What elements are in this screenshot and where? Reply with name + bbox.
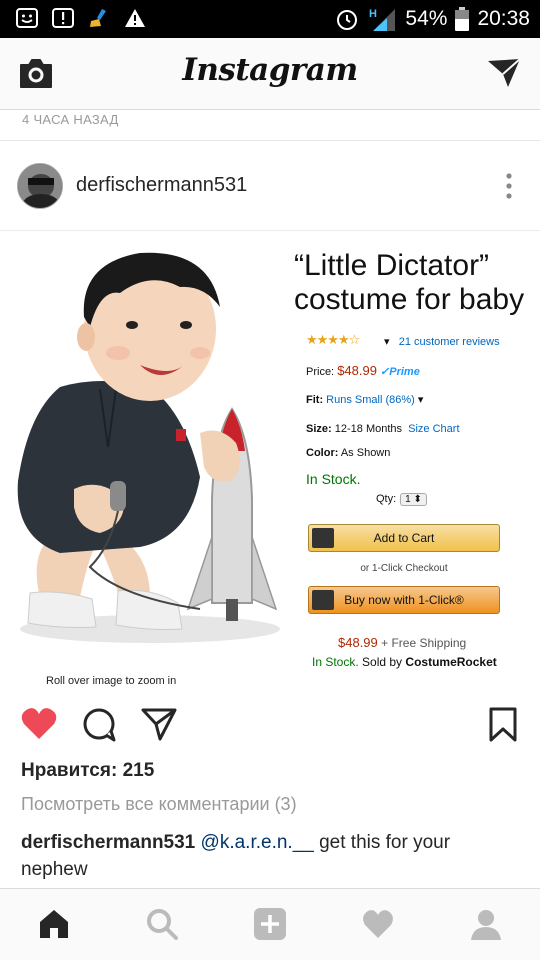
- alert-box-icon: [52, 8, 74, 28]
- baby-rocket-illustration: [17, 252, 280, 643]
- caption-username[interactable]: derfischermann531: [21, 832, 195, 853]
- buy-now-label: Buy now with 1-Click®: [344, 593, 464, 607]
- signal-icon: H: [369, 8, 396, 31]
- activity-heart-icon[interactable]: [361, 907, 395, 941]
- add-post-icon[interactable]: [253, 907, 287, 941]
- alarm-icon: [337, 10, 358, 30]
- price-label: Price:: [306, 366, 335, 378]
- battery-icon: [455, 7, 470, 31]
- like-count[interactable]: Нравится: 215: [21, 760, 154, 782]
- bookmark-icon[interactable]: [484, 706, 522, 742]
- color-value: As Shown: [340, 447, 391, 459]
- avatar[interactable]: [17, 163, 63, 209]
- caption-mention[interactable]: @k.a.r.e.n.__: [201, 832, 314, 853]
- bottom-nav: [0, 888, 540, 960]
- direct-message-icon[interactable]: [486, 56, 522, 90]
- qty-value: 1: [405, 494, 411, 505]
- zoom-hint: Roll over image to zoom in: [46, 675, 177, 687]
- fit-label: Fit:: [306, 394, 324, 406]
- color-label: Color:: [306, 447, 339, 459]
- buy-now-button: Buy now with 1-Click®: [308, 586, 500, 614]
- share-icon[interactable]: [140, 706, 178, 742]
- star-rating: ★★★★☆: [306, 333, 360, 348]
- post-actions: [0, 700, 540, 750]
- profile-icon[interactable]: [469, 907, 503, 941]
- sold-by-label: Sold by: [362, 655, 403, 669]
- price-value: $48.99: [337, 363, 377, 378]
- prime-label: Prime: [389, 366, 420, 378]
- seller-name: CostumeRocket: [405, 655, 497, 669]
- post-caption: derfischermann531 @k.a.r.e.n.__ get this…: [21, 829, 521, 883]
- comment-icon[interactable]: [80, 706, 118, 742]
- post-header: derfischermann531: [0, 141, 540, 229]
- size-label: Size:: [306, 423, 332, 435]
- network-type: H: [369, 8, 377, 20]
- more-options-icon[interactable]: [506, 173, 512, 199]
- post-username[interactable]: derfischermann531: [76, 174, 247, 197]
- avatar-image: [18, 164, 62, 208]
- size-chart-link: Size Chart: [408, 423, 460, 435]
- qty-select: 1 ⬍: [400, 493, 427, 506]
- clock: 20:38: [477, 7, 530, 30]
- post-image[interactable]: “Little Dictator” costume for baby ★★★★☆…: [0, 230, 540, 690]
- status-bar: H 54% 20:38: [0, 0, 540, 38]
- view-comments-link[interactable]: Посмотреть все комментарии (3): [21, 794, 297, 815]
- cart-icon: [312, 528, 334, 548]
- prime-badge: ✓Prime: [380, 366, 420, 378]
- home-icon[interactable]: [37, 907, 71, 941]
- like-heart-icon[interactable]: [20, 706, 58, 742]
- post-timestamp: 4 ЧАСА НАЗАД: [22, 112, 119, 127]
- reviews-link: 21 customer reviews: [398, 336, 500, 348]
- cleaner-icon: [90, 9, 106, 27]
- fit-value: Runs Small (86%): [326, 394, 415, 406]
- one-click-checkout-text: or 1-Click Checkout: [360, 563, 448, 574]
- ad-title: “Little Dictator” costume for baby: [294, 249, 525, 316]
- search-icon[interactable]: [145, 907, 179, 941]
- size-value: 12-18 Months: [334, 423, 403, 435]
- add-to-cart-button: Add to Cart: [308, 524, 500, 552]
- add-to-cart-label: Add to Cart: [373, 531, 435, 545]
- qty-label: Qty:: [376, 493, 397, 505]
- in-stock-label: In Stock.: [306, 471, 361, 487]
- app-logo: Instagram: [182, 52, 358, 88]
- battery-percentage: 54%: [405, 7, 448, 30]
- warning-icon: [125, 9, 145, 27]
- stock-line: In Stock.: [312, 655, 359, 669]
- shipping-price: $48.99: [338, 635, 378, 650]
- notification-smiley-icon: [16, 8, 38, 28]
- app-header: Instagram: [0, 38, 540, 110]
- free-shipping: + Free Shipping: [381, 636, 467, 650]
- pointer-hand-icon: [312, 590, 334, 610]
